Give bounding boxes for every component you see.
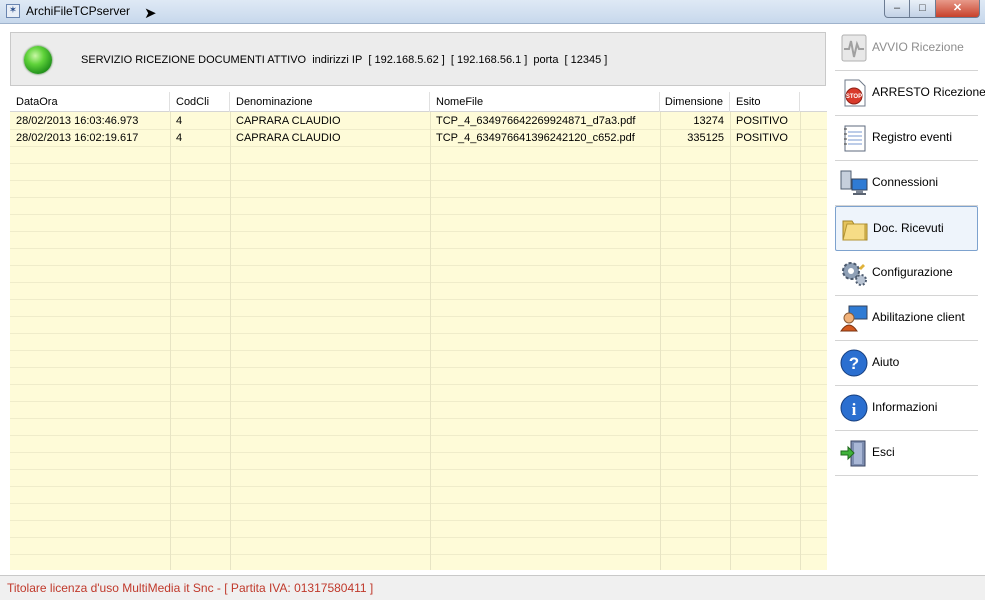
ip-address-2: [ 192.168.56.1 ] bbox=[450, 54, 528, 66]
status-led-icon bbox=[24, 46, 52, 74]
svg-text:STOP: STOP bbox=[846, 94, 862, 100]
grid-rule-line bbox=[10, 367, 827, 368]
sidebar-item-label: Abilitazione client bbox=[872, 310, 965, 324]
folder-icon bbox=[842, 220, 868, 241]
user-computer-icon bbox=[840, 305, 868, 332]
stop-icon: STOP bbox=[844, 79, 866, 107]
close-button[interactable]: ✕ bbox=[936, 0, 980, 18]
grid-rule-line bbox=[10, 554, 827, 555]
column-header-dimensione[interactable]: Dimensione bbox=[660, 92, 730, 112]
cell-dimensione: 13274 bbox=[693, 115, 724, 127]
grid-rule-line bbox=[10, 469, 827, 470]
grid-rule-line bbox=[10, 452, 827, 453]
grid-rule-line bbox=[10, 248, 827, 249]
configurazione-button[interactable]: Configurazione bbox=[835, 251, 978, 296]
svg-text:?: ? bbox=[849, 354, 859, 373]
ip-label: indirizzi IP bbox=[312, 54, 363, 66]
column-header-codcli[interactable]: CodCli bbox=[170, 92, 230, 112]
service-status-panel: SERVIZIO RICEZIONE DOCUMENTI ATTIVO indi… bbox=[10, 32, 826, 86]
grid-rule-line bbox=[10, 418, 827, 419]
exit-door-icon bbox=[840, 440, 866, 467]
grid-rule-line bbox=[10, 520, 827, 521]
column-header-nomefile[interactable]: NomeFile bbox=[430, 92, 660, 112]
sidebar-item-label: Esci bbox=[872, 445, 895, 459]
sidebar-item-label: Configurazione bbox=[872, 265, 953, 279]
aiuto-button[interactable]: ? Aiuto bbox=[835, 341, 978, 386]
cell-denominazione: CAPRARA CLAUDIO bbox=[236, 115, 341, 127]
grid-rule-line bbox=[10, 503, 827, 504]
cell-codcli: 4 bbox=[176, 115, 183, 127]
avvio-ricezione-button[interactable]: AVVIO Ricezione bbox=[835, 26, 978, 71]
service-status-label: SERVIZIO RICEZIONE DOCUMENTI ATTIVO bbox=[81, 54, 307, 66]
sidebar-item-label: Aiuto bbox=[872, 355, 900, 369]
svg-text:i: i bbox=[852, 400, 857, 419]
gears-icon bbox=[842, 262, 867, 286]
doc-ricevuti-button[interactable]: Doc. Ricevuti bbox=[835, 206, 978, 251]
grid-rule-line bbox=[10, 214, 827, 215]
esci-button[interactable]: Esci bbox=[835, 431, 978, 476]
column-header-denominazione[interactable]: Denominazione bbox=[230, 92, 430, 112]
sidebar-item-label: Registro eventi bbox=[872, 130, 953, 144]
cell-esito: POSITIVO bbox=[736, 115, 788, 127]
notebook-icon bbox=[844, 125, 866, 152]
cell-nomefile: TCP_4_634976641396242120_c652.pdf bbox=[436, 132, 635, 144]
grid-rule-line bbox=[10, 163, 827, 164]
sidebar-item-label: Informazioni bbox=[872, 400, 938, 414]
grid-rule-line bbox=[10, 384, 827, 385]
cell-esito: POSITIVO bbox=[736, 132, 788, 144]
app-icon: ✶ bbox=[6, 4, 20, 18]
sidebar-item-label: AVVIO Ricezione bbox=[872, 40, 964, 54]
ip-address-1: [ 192.168.5.62 ] bbox=[368, 54, 445, 66]
help-icon: ? bbox=[840, 349, 868, 377]
registro-eventi-button[interactable]: Registro eventi bbox=[835, 116, 978, 161]
grid-rule-line bbox=[10, 435, 827, 436]
port-value: [ 12345 ] bbox=[564, 54, 608, 66]
column-header-esito[interactable]: Esito bbox=[730, 92, 800, 112]
grid-rule-line bbox=[10, 486, 827, 487]
abilitazione-client-button[interactable]: Abilitazione client bbox=[835, 296, 978, 341]
cell-dataora: 28/02/2013 16:02:19.617 bbox=[16, 132, 139, 144]
window-title: ArchiFileTCPserver bbox=[26, 4, 131, 18]
maximize-button[interactable]: □ bbox=[910, 0, 936, 18]
info-icon: i bbox=[840, 394, 868, 422]
table-row[interactable]: 28/02/2013 16:02:19.617 4 CAPRARA CLAUDI… bbox=[10, 130, 827, 147]
grid-rule-line bbox=[10, 299, 827, 300]
grid-rule-line bbox=[10, 197, 827, 198]
license-text: Titolare licenza d'uso MultiMedia it Snc… bbox=[7, 581, 374, 595]
grid-rule-line bbox=[10, 316, 827, 317]
column-header-dataora[interactable]: DataOra bbox=[10, 92, 170, 112]
cell-codcli: 4 bbox=[176, 132, 183, 144]
title-bar: ✶ ArchiFileTCPserver ➤ – □ ✕ bbox=[0, 0, 985, 24]
grid-rule-line bbox=[10, 333, 827, 334]
connessioni-button[interactable]: Connessioni bbox=[835, 161, 978, 206]
window-controls: – □ ✕ bbox=[884, 0, 980, 18]
grid-rule-line bbox=[10, 265, 827, 266]
sidebar-item-label: ARRESTO Ricezione bbox=[872, 85, 985, 99]
table-row[interactable]: 28/02/2013 16:03:46.973 4 CAPRARA CLAUDI… bbox=[10, 113, 827, 130]
grid-rule-line bbox=[10, 537, 827, 538]
grid-rule-line bbox=[10, 231, 827, 232]
grid-rule-line bbox=[10, 282, 827, 283]
sidebar-item-label: Doc. Ricevuti bbox=[873, 221, 944, 235]
grid-rule-line bbox=[10, 350, 827, 351]
status-bar: Titolare licenza d'uso MultiMedia it Snc… bbox=[0, 575, 985, 600]
grid-rule-line bbox=[10, 180, 827, 181]
received-documents-grid[interactable]: DataOra CodCli Denominazione NomeFile Di… bbox=[10, 92, 827, 570]
status-text: SERVIZIO RICEZIONE DOCUMENTI ATTIVO indi… bbox=[81, 54, 610, 66]
cell-dataora: 28/02/2013 16:03:46.973 bbox=[16, 115, 139, 127]
sidebar-item-label: Connessioni bbox=[872, 175, 939, 189]
port-label: porta bbox=[533, 54, 559, 66]
grid-header: DataOra CodCli Denominazione NomeFile Di… bbox=[10, 92, 827, 112]
waveform-icon bbox=[841, 34, 867, 62]
cell-nomefile: TCP_4_634976642269924871_d7a3.pdf bbox=[436, 115, 636, 127]
mouse-cursor-icon: ➤ bbox=[144, 5, 157, 22]
grid-rule-line bbox=[10, 401, 827, 402]
cell-denominazione: CAPRARA CLAUDIO bbox=[236, 132, 341, 144]
minimize-button[interactable]: – bbox=[884, 0, 910, 18]
arresto-ricezione-button[interactable]: STOP ARRESTO Ricezione bbox=[835, 71, 985, 116]
cell-dimensione: 335125 bbox=[687, 132, 724, 144]
network-computers-icon bbox=[840, 170, 868, 195]
informazioni-button[interactable]: i Informazioni bbox=[835, 386, 978, 431]
